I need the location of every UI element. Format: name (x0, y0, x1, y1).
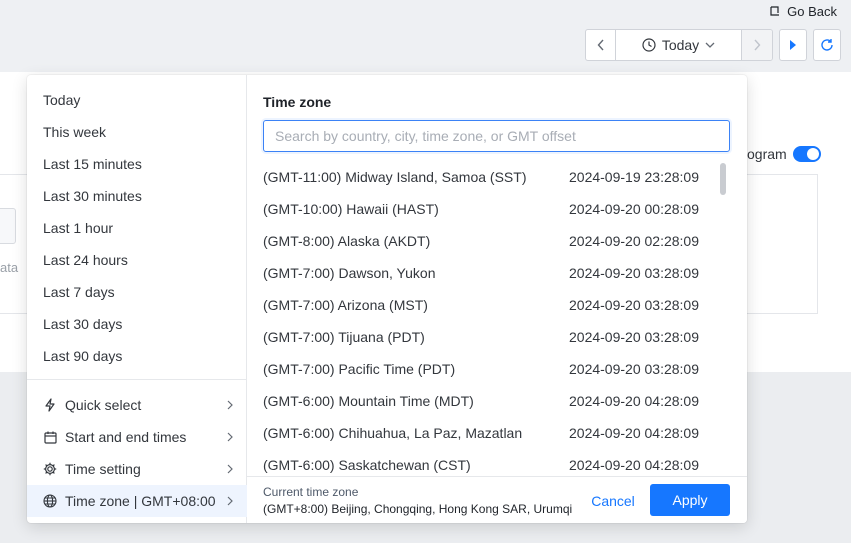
timezone-name: (GMT-7:00) Tijuana (PDT) (263, 329, 425, 345)
timezone-time: 2024-09-20 04:28:09 (569, 425, 699, 441)
chevron-right-icon (227, 464, 237, 474)
time-range-select[interactable]: Today (616, 30, 742, 60)
timezone-name: (GMT-6:00) Saskatchewan (CST) (263, 457, 471, 473)
preset-last-15-minutes[interactable]: Last 15 minutes (27, 148, 246, 180)
preset-last-7-days[interactable]: Last 7 days (27, 276, 246, 308)
apply-button[interactable]: Apply (650, 484, 730, 516)
timezone-row[interactable]: (GMT-7:00) Arizona (MST) 2024-09-20 03:2… (247, 289, 719, 321)
chevron-down-icon (705, 42, 715, 48)
menu-quick-select[interactable]: Quick select (27, 389, 247, 421)
timezone-name: (GMT-8:00) Alaska (AKDT) (263, 233, 431, 249)
chevron-right-icon (754, 39, 761, 51)
histogram-label: ogram (747, 146, 787, 162)
preset-last-1-hour[interactable]: Last 1 hour (27, 212, 246, 244)
time-range-group: Today (585, 29, 773, 61)
time-picker-popover: Today This week Last 15 minutes Last 30 … (27, 75, 747, 523)
preset-list: Today This week Last 15 minutes Last 30 … (27, 75, 246, 372)
globe-icon (43, 494, 57, 508)
no-data-text: ata (0, 260, 19, 275)
preset-last-30-days[interactable]: Last 30 days (27, 308, 246, 340)
cancel-button[interactable]: Cancel (583, 485, 643, 517)
gear-icon (43, 462, 57, 476)
timezone-time: 2024-09-20 04:28:09 (569, 393, 699, 409)
current-timezone-value: (GMT+8:00) Beijing, Chongqing, Hong Kong… (263, 502, 573, 516)
menu-start-end-times[interactable]: Start and end times (27, 421, 247, 453)
timezone-row[interactable]: (GMT-11:00) Midway Island, Samoa (SST) 2… (247, 161, 719, 193)
go-back-label: Go Back (787, 3, 837, 19)
next-range-button[interactable] (742, 30, 772, 60)
preset-panel: Today This week Last 15 minutes Last 30 … (27, 75, 247, 523)
timezone-list: (GMT-11:00) Midway Island, Samoa (SST) 2… (247, 161, 719, 475)
menu-time-setting-label: Time setting (65, 461, 141, 477)
timezone-row[interactable]: (GMT-8:00) Alaska (AKDT) 2024-09-20 02:2… (247, 225, 719, 257)
play-icon (790, 40, 796, 50)
chevron-left-icon (597, 39, 604, 51)
chevron-right-icon (227, 400, 237, 410)
menu-quick-select-label: Quick select (65, 397, 142, 413)
empty-state-icon (0, 208, 16, 244)
chevron-right-icon (227, 432, 237, 442)
preset-today[interactable]: Today (27, 84, 246, 116)
menu-time-zone[interactable]: Time zone | GMT+08:00 (27, 485, 247, 517)
timezone-time: 2024-09-19 23:28:09 (569, 169, 699, 185)
timezone-name: (GMT-6:00) Mountain Time (MDT) (263, 393, 474, 409)
timezone-name: (GMT-7:00) Arizona (MST) (263, 297, 428, 313)
timezone-time: 2024-09-20 02:28:09 (569, 233, 699, 249)
clock-icon (642, 38, 656, 52)
menu-start-end-times-label: Start and end times (65, 429, 187, 445)
play-button[interactable] (779, 29, 807, 61)
histogram-toggle-group: ogram (747, 146, 821, 162)
lightning-icon (43, 398, 57, 412)
timezone-time: 2024-09-20 00:28:09 (569, 201, 699, 217)
timezone-time: 2024-09-20 04:28:09 (569, 457, 699, 473)
timezone-row[interactable]: (GMT-7:00) Tijuana (PDT) 2024-09-20 03:2… (247, 321, 719, 353)
timezone-title: Time zone (263, 94, 332, 110)
timezone-time: 2024-09-20 03:28:09 (569, 329, 699, 345)
preset-this-week[interactable]: This week (27, 116, 246, 148)
timezone-row[interactable]: (GMT-6:00) Saskatchewan (CST) 2024-09-20… (247, 449, 719, 475)
histogram-toggle[interactable] (792, 146, 821, 162)
timezone-row[interactable]: (GMT-7:00) Pacific Time (PDT) 2024-09-20… (247, 353, 719, 385)
menu-time-setting[interactable]: Time setting (27, 453, 247, 485)
timezone-row[interactable]: (GMT-6:00) Chihuahua, La Paz, Mazatlan 2… (247, 417, 719, 449)
refresh-icon (821, 39, 833, 51)
timezone-search-input[interactable] (263, 120, 730, 152)
timezone-time: 2024-09-20 03:28:09 (569, 297, 699, 313)
timezone-panel: Time zone (GMT-11:00) Midway Island, Sam… (247, 75, 747, 523)
time-range-label: Today (661, 37, 700, 53)
calendar-icon (43, 430, 57, 444)
timezone-name: (GMT-7:00) Dawson, Yukon (263, 265, 436, 281)
current-timezone-label: Current time zone (263, 485, 359, 499)
timezone-name: (GMT-10:00) Hawaii (HAST) (263, 201, 439, 217)
timezone-name: (GMT-6:00) Chihuahua, La Paz, Mazatlan (263, 425, 523, 441)
back-arrow-icon (770, 6, 780, 16)
preset-last-24-hours[interactable]: Last 24 hours (27, 244, 246, 276)
timezone-row[interactable]: (GMT-6:00) Mountain Time (MDT) 2024-09-2… (247, 385, 719, 417)
chevron-right-icon (227, 496, 237, 506)
timezone-footer: Current time zone (GMT+8:00) Beijing, Ch… (247, 476, 747, 523)
divider (27, 379, 247, 380)
timezone-scrollbar[interactable] (720, 163, 726, 195)
refresh-button[interactable] (813, 29, 841, 61)
timezone-row[interactable]: (GMT-10:00) Hawaii (HAST) 2024-09-20 00:… (247, 193, 719, 225)
menu-time-zone-label: Time zone | GMT+08:00 (65, 493, 216, 509)
go-back-link[interactable]: Go Back (769, 2, 837, 20)
timezone-name: (GMT-11:00) Midway Island, Samoa (SST) (263, 169, 527, 185)
timezone-name: (GMT-7:00) Pacific Time (PDT) (263, 361, 456, 377)
previous-range-button[interactable] (586, 30, 616, 60)
timezone-time: 2024-09-20 03:28:09 (569, 265, 699, 281)
preset-last-30-minutes[interactable]: Last 30 minutes (27, 180, 246, 212)
settings-menu: Quick select Start and end times Time se… (27, 389, 247, 517)
timezone-row[interactable]: (GMT-7:00) Dawson, Yukon 2024-09-20 03:2… (247, 257, 719, 289)
preset-last-90-days[interactable]: Last 90 days (27, 340, 246, 372)
timezone-time: 2024-09-20 03:28:09 (569, 361, 699, 377)
time-toolbar: Today (585, 29, 841, 61)
